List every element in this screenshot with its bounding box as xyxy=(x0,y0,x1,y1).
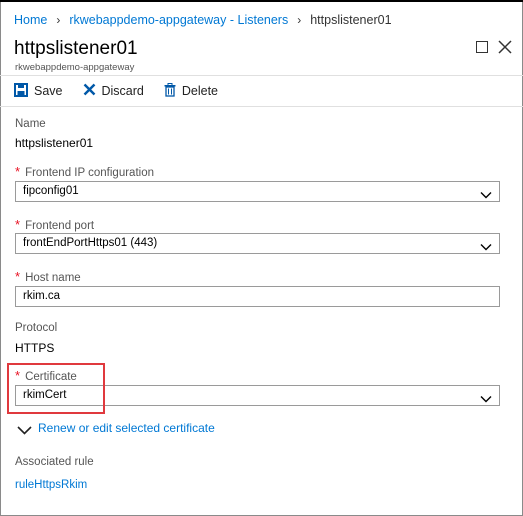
save-icon xyxy=(14,82,28,100)
host-name-label: * Host name xyxy=(15,269,81,284)
page-title: httpslistener01 xyxy=(14,38,138,59)
renew-certificate-link[interactable]: Renew or edit selected certificate xyxy=(38,421,215,435)
certificate-highlight-box xyxy=(7,363,105,414)
required-marker: * xyxy=(15,164,21,179)
chevron-right-icon: › xyxy=(56,13,61,27)
trash-icon xyxy=(164,82,176,100)
frontend-ip-dropdown[interactable]: fipconfig01 xyxy=(15,181,500,202)
toolbar-divider xyxy=(0,106,523,107)
breadcrumb-current: httpslistener01 xyxy=(310,13,392,27)
breadcrumb: Home › rkwebappdemo-appgateway - Listeners… xyxy=(14,13,392,27)
required-marker: * xyxy=(15,217,21,232)
chevron-down-icon xyxy=(480,239,492,258)
frontend-port-value: frontEndPortHttps01 (443) xyxy=(23,237,158,249)
breadcrumb-listeners-link[interactable]: rkwebappdemo-appgateway - Listeners xyxy=(69,13,288,27)
host-name-input[interactable]: rkim.ca xyxy=(15,286,500,307)
discard-button[interactable]: Discard xyxy=(83,83,144,99)
name-label: Name xyxy=(15,118,46,130)
chevron-down-icon xyxy=(480,391,492,410)
maximize-icon[interactable] xyxy=(476,41,488,53)
save-label: Save xyxy=(34,84,63,98)
protocol-value: HTTPS xyxy=(15,341,55,355)
chevron-down-icon[interactable] xyxy=(17,422,32,440)
associated-rule-label: Associated rule xyxy=(15,456,94,468)
frontend-ip-label: * Frontend IP configuration xyxy=(15,164,154,179)
close-icon[interactable] xyxy=(498,40,512,54)
save-button[interactable]: Save xyxy=(14,82,63,100)
command-bar: Save Discard Delete xyxy=(14,82,238,100)
delete-label: Delete xyxy=(181,84,219,98)
frontend-port-dropdown[interactable]: frontEndPortHttps01 (443) xyxy=(15,233,500,254)
associated-rule-link[interactable]: ruleHttpsRkim xyxy=(15,479,87,491)
frontend-ip-value: fipconfig01 xyxy=(23,185,79,197)
name-value: httpslistener01 xyxy=(15,136,94,150)
protocol-label: Protocol xyxy=(15,322,58,334)
breadcrumb-home-link[interactable]: Home xyxy=(14,13,47,27)
discard-label: Discard xyxy=(101,84,144,98)
blade-frame xyxy=(0,0,523,516)
discard-x-icon xyxy=(83,83,96,99)
page-subtitle: rkwebappdemo-appgateway xyxy=(15,62,135,73)
frontend-port-label: * Frontend port xyxy=(15,217,95,232)
chevron-down-icon xyxy=(480,187,492,206)
required-marker: * xyxy=(15,269,21,284)
header-divider xyxy=(0,75,523,76)
delete-button[interactable]: Delete xyxy=(164,82,219,100)
top-border xyxy=(0,0,523,2)
chevron-right-icon: › xyxy=(297,13,302,27)
